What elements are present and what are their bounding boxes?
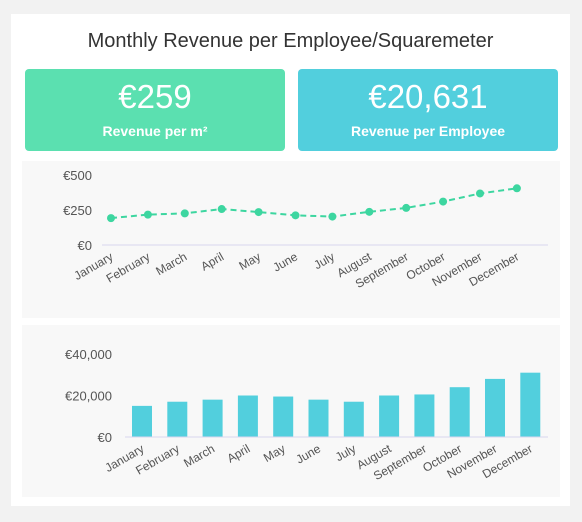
- kpi-value: €20,631: [368, 78, 488, 115]
- kpi-value: €259: [118, 78, 192, 115]
- x-tick-label: May: [236, 249, 263, 272]
- revenue-per-employee-bar: [379, 395, 400, 437]
- revenue-per-employee-bar: [414, 394, 435, 437]
- revenue-per-employee-bar: [167, 401, 188, 437]
- revenue-per-employee-bar: [343, 401, 364, 437]
- data-point: [439, 197, 448, 206]
- x-tick-label: March: [181, 441, 217, 470]
- kpi-revenue-per-m2: €259 Revenue per m²: [25, 69, 285, 151]
- bar-chart: €0€20,000€40,000JanuaryFebruary March Apri…: [65, 347, 548, 483]
- dashboard-title: Monthly Revenue per Employee/Squaremeter: [87, 30, 494, 52]
- kpi-revenue-per-employee: €20,631 Revenue per Employee: [298, 69, 558, 151]
- y-tick-label: €40,000: [65, 347, 112, 362]
- y-tick-label: €500: [63, 168, 92, 183]
- revenue-per-m2-series-line: [110, 187, 518, 220]
- revenue-per-employee-bar: [520, 372, 541, 437]
- data-point: [107, 214, 115, 223]
- x-tick-label: June: [293, 441, 323, 466]
- x-tick-label: April: [225, 441, 253, 465]
- y-tick-label: €250: [63, 203, 92, 218]
- data-point: [476, 189, 484, 198]
- data-point: [512, 184, 521, 193]
- data-point: [328, 212, 337, 221]
- x-tick-label: July: [311, 249, 336, 272]
- y-tick-label: €20,000: [65, 389, 112, 404]
- kpi-label: Revenue per Employee: [350, 123, 506, 139]
- x-tick-label: March: [153, 249, 189, 278]
- revenue-per-employee-bar: [449, 387, 470, 437]
- y-tick-label: €0: [78, 238, 92, 253]
- revenue-per-employee-bar: [237, 395, 258, 437]
- data-point: [143, 210, 152, 219]
- dashboard-card: Monthly Revenue per Employee/Squaremeter…: [11, 14, 570, 506]
- data-point: [217, 205, 226, 214]
- data-point: [402, 203, 411, 212]
- revenue-per-employee-bar: [308, 399, 329, 437]
- revenue-per-employee-bar: [485, 378, 505, 437]
- line-chart-panel: €0 €250 €500 January February March April May Ju…: [22, 161, 560, 318]
- x-tick-label: April: [198, 249, 226, 273]
- revenue-per-employee-bar: [132, 405, 152, 437]
- data-point: [254, 208, 263, 217]
- bar-chart-panel: €0 €20,000 €40,000 January February March Apri…: [22, 325, 560, 497]
- revenue-per-employee-bar: [273, 396, 294, 437]
- kpi-label: Revenue per m²: [102, 123, 208, 139]
- data-point: [180, 209, 189, 218]
- y-tick-label: €0: [98, 430, 112, 445]
- data-point: [365, 207, 374, 216]
- x-tick-label: June: [270, 249, 300, 274]
- data-point: [291, 211, 300, 220]
- x-tick-label: May: [261, 441, 288, 464]
- line-chart: €0€250€500JanuaryFebruary March April May Ju…: [63, 168, 548, 291]
- revenue-per-employee-bar: [202, 399, 223, 437]
